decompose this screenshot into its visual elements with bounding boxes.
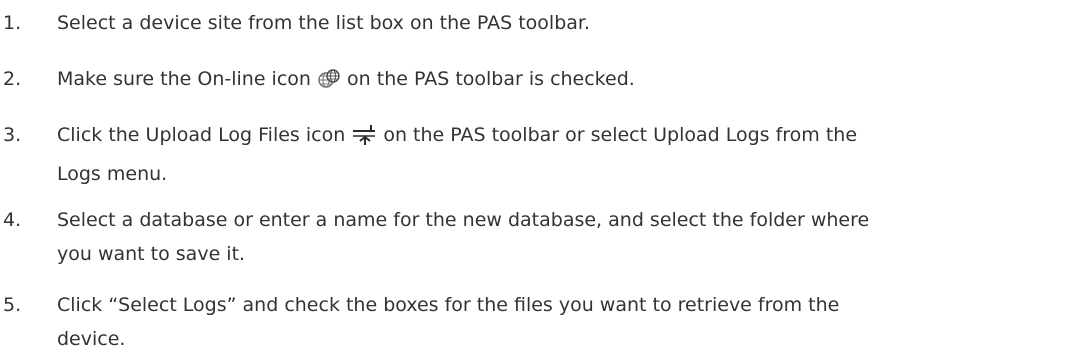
step-text: Make sure the On-line icon on the PAS to… [57,62,1057,101]
step-line: Logs menu. [57,163,168,185]
step-text: Click the Upload Log Files icon on the P… [57,118,1057,191]
step-text: Select a database or enter a name for th… [57,203,1057,271]
step-number: 3. [3,124,22,146]
step-line: device. [57,328,126,350]
step-text: Click “Select Logs” and check the boxes … [57,288,1057,356]
step-text: Select a device site from the list box o… [57,6,1057,40]
instruction-page: 1. Select a device site from the list bo… [0,0,1076,361]
step-line: you want to save it. [57,243,246,265]
upload-log-files-icon [351,123,377,157]
step-number: 4. [3,209,22,231]
step-line: Make sure the On-line icon on the PAS to… [57,62,1057,101]
online-globe-icon [317,67,341,101]
step-text-after-icon: on the PAS toolbar or select Upload Logs… [383,124,858,146]
step-line: Click “Select Logs” and check the boxes … [57,294,840,316]
step-number: 2. [3,68,22,90]
step-line: Select a device site from the list box o… [57,12,591,34]
step-text-after-icon: on the PAS toolbar is checked. [347,68,635,90]
step-text-before-icon: Click the Upload Log Files icon [57,124,346,146]
step-line: Click the Upload Log Files icon on the P… [57,118,1057,157]
step-text-before-icon: Make sure the On-line icon [57,68,311,90]
step-number: 1. [3,12,22,34]
step-line: Select a database or enter a name for th… [57,209,870,231]
step-number: 5. [3,294,22,316]
